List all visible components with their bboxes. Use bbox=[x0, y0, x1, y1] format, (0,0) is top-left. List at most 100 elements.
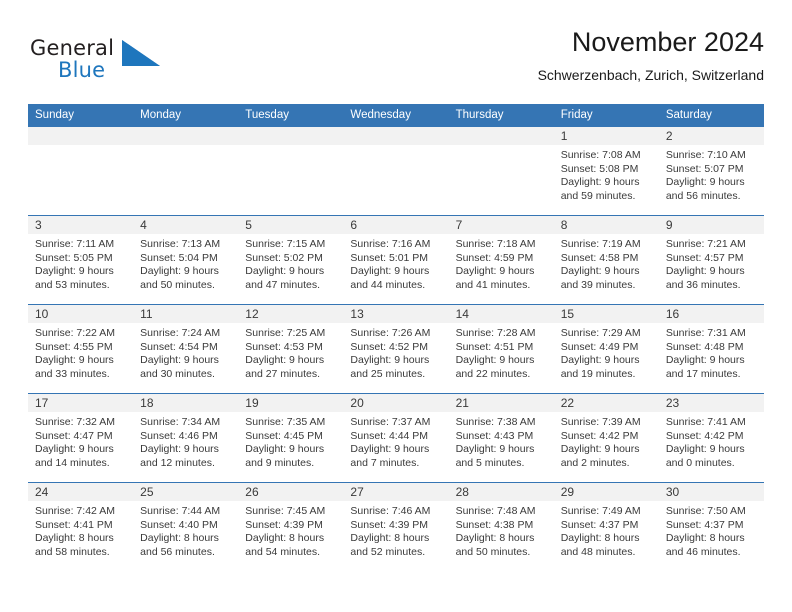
sunrise-text: Sunrise: 7:26 AM bbox=[350, 327, 431, 339]
sunset-text: Sunset: 4:40 PM bbox=[140, 518, 218, 531]
calendar-week-row: 10 Sunrise: 7:22 AM Sunset: 4:55 PM Dayligh… bbox=[28, 304, 764, 394]
daylight-text: Daylight: 8 hours bbox=[455, 532, 535, 545]
calendar-day-cell[interactable]: 30 Sunrise: 7:50 AM Sunset: 4:37 PM Dayligh… bbox=[658, 482, 764, 571]
daylight-text: Daylight: 8 hours bbox=[35, 532, 114, 545]
day-details: Sunrise: 7:31 AM Sunset: 4:48 PM Daylight:… bbox=[659, 323, 764, 381]
calendar-day-cell[interactable]: 21 Sunrise: 7:38 AM Sunset: 4:43 PM Dayligh… bbox=[448, 393, 554, 483]
sunrise-text: Sunrise: 7:18 AM bbox=[455, 238, 536, 250]
daylight-text-cont: and 0 minutes. bbox=[665, 456, 735, 469]
day-details: Sunrise: 7:08 AM Sunset: 5:08 PM Daylight:… bbox=[554, 145, 659, 203]
day-number: 29 bbox=[553, 483, 659, 501]
sunrise-text: Sunrise: 7:19 AM bbox=[560, 238, 641, 250]
daylight-text-cont: and 9 minutes. bbox=[245, 456, 315, 469]
calendar-day-cell[interactable]: 13 Sunrise: 7:26 AM Sunset: 4:52 PM Dayligh… bbox=[343, 304, 449, 394]
daylight-text-cont: and 30 minutes. bbox=[140, 367, 215, 380]
sunrise-text: Sunrise: 7:37 AM bbox=[350, 416, 431, 428]
calendar-day-cell[interactable]: 22 Sunrise: 7:39 AM Sunset: 4:42 PM Dayligh… bbox=[553, 393, 659, 483]
day-details: Sunrise: 7:15 AM Sunset: 5:02 PM Daylight:… bbox=[238, 234, 343, 292]
daylight-text: Daylight: 9 hours bbox=[560, 265, 640, 278]
daylight-text: Daylight: 9 hours bbox=[455, 443, 535, 456]
sunset-text: Sunset: 4:45 PM bbox=[245, 429, 323, 442]
calendar-day-cell[interactable]: 26 Sunrise: 7:45 AM Sunset: 4:39 PM Dayligh… bbox=[238, 482, 344, 571]
day-number: 27 bbox=[343, 483, 449, 501]
day-details: Sunrise: 7:16 AM Sunset: 5:01 PM Daylight:… bbox=[343, 234, 448, 292]
daylight-text: Daylight: 9 hours bbox=[665, 354, 745, 367]
weekday-header-monday: Monday bbox=[133, 104, 239, 127]
calendar-day-cell[interactable]: 15 Sunrise: 7:29 AM Sunset: 4:49 PM Dayligh… bbox=[553, 304, 659, 394]
calendar-day-cell[interactable]: 19 Sunrise: 7:35 AM Sunset: 4:45 PM Dayligh… bbox=[238, 393, 344, 483]
day-number: 24 bbox=[28, 483, 134, 501]
calendar-day-cell[interactable]: 20 Sunrise: 7:37 AM Sunset: 4:44 PM Dayligh… bbox=[343, 393, 449, 483]
sunrise-text: Sunrise: 7:10 AM bbox=[665, 149, 746, 161]
sunrise-text: Sunrise: 7:21 AM bbox=[665, 238, 746, 250]
calendar-day-cell[interactable]: 12 Sunrise: 7:25 AM Sunset: 4:53 PM Dayligh… bbox=[238, 304, 344, 394]
daylight-text: Daylight: 9 hours bbox=[560, 176, 640, 189]
sunrise-text: Sunrise: 7:45 AM bbox=[245, 505, 326, 517]
weekday-header-tuesday: Tuesday bbox=[238, 104, 344, 127]
sunset-text: Sunset: 4:37 PM bbox=[665, 518, 744, 531]
calendar-day-cell[interactable]: 23 Sunrise: 7:41 AM Sunset: 4:42 PM Dayligh… bbox=[658, 393, 764, 483]
sunrise-text: Sunrise: 7:34 AM bbox=[140, 416, 221, 428]
calendar-day-cell[interactable]: 28 Sunrise: 7:48 AM Sunset: 4:38 PM Dayligh… bbox=[448, 482, 554, 571]
daylight-text: Daylight: 9 hours bbox=[560, 443, 640, 456]
day-details: Sunrise: 7:32 AM Sunset: 4:47 PM Daylight:… bbox=[28, 412, 133, 470]
calendar-day-cell[interactable]: 14 Sunrise: 7:28 AM Sunset: 4:51 PM Dayligh… bbox=[448, 304, 554, 394]
calendar-day-cell[interactable]: 16 Sunrise: 7:31 AM Sunset: 4:48 PM Dayligh… bbox=[658, 304, 764, 394]
calendar-body: 1 Sunrise: 7:08 AM Sunset: 5:08 PM Daylight… bbox=[28, 126, 764, 571]
daylight-text: Daylight: 9 hours bbox=[140, 265, 219, 278]
sunrise-text: Sunrise: 7:39 AM bbox=[560, 416, 641, 428]
sunrise-text: Sunrise: 7:11 AM bbox=[35, 238, 115, 250]
sunrise-text: Sunrise: 7:41 AM bbox=[665, 416, 746, 428]
sunset-text: Sunset: 4:53 PM bbox=[245, 340, 323, 353]
day-details: Sunrise: 7:48 AM Sunset: 4:38 PM Daylight:… bbox=[449, 501, 554, 559]
calendar-day-cell[interactable]: 27 Sunrise: 7:46 AM Sunset: 4:39 PM Dayligh… bbox=[343, 482, 449, 571]
page-subtitle: Schwerzenbach, Zurich, Switzerland bbox=[537, 67, 764, 83]
sunrise-text: Sunrise: 7:50 AM bbox=[665, 505, 746, 517]
daylight-text-cont: and 54 minutes. bbox=[245, 545, 320, 558]
calendar-day-cell[interactable]: 25 Sunrise: 7:44 AM Sunset: 4:40 PM Dayligh… bbox=[133, 482, 239, 571]
calendar-day-cell[interactable]: 17 Sunrise: 7:32 AM Sunset: 4:47 PM Dayligh… bbox=[28, 393, 134, 483]
sunset-text: Sunset: 4:48 PM bbox=[665, 340, 744, 353]
sunset-text: Sunset: 5:07 PM bbox=[665, 162, 744, 175]
calendar-day-cell[interactable]: 24 Sunrise: 7:42 AM Sunset: 4:41 PM Dayligh… bbox=[28, 482, 134, 571]
daylight-text-cont: and 44 minutes. bbox=[350, 278, 426, 291]
calendar-day-cell[interactable]: 2 Sunrise: 7:10 AM Sunset: 5:07 PM Daylight… bbox=[658, 126, 764, 216]
calendar-day-cell-empty bbox=[28, 126, 134, 216]
calendar-day-cell[interactable]: 3 Sunrise: 7:11 AM Sunset: 5:05 PM Daylight… bbox=[28, 215, 134, 305]
calendar-day-cell[interactable]: 1 Sunrise: 7:08 AM Sunset: 5:08 PM Daylight… bbox=[553, 126, 659, 216]
daylight-text-cont: and 27 minutes. bbox=[245, 367, 320, 380]
daylight-text-cont: and 41 minutes. bbox=[455, 278, 531, 291]
brand-logo[interactable]: General Blue bbox=[28, 26, 178, 86]
sunrise-text: Sunrise: 7:42 AM bbox=[35, 505, 115, 517]
calendar-day-cell[interactable]: 9 Sunrise: 7:21 AM Sunset: 4:57 PM Daylight… bbox=[658, 215, 764, 305]
calendar-day-cell[interactable]: 10 Sunrise: 7:22 AM Sunset: 4:55 PM Dayligh… bbox=[28, 304, 134, 394]
day-details: Sunrise: 7:39 AM Sunset: 4:42 PM Daylight:… bbox=[554, 412, 659, 470]
sunrise-text: Sunrise: 7:32 AM bbox=[35, 416, 115, 428]
calendar-day-cell[interactable]: 5 Sunrise: 7:15 AM Sunset: 5:02 PM Daylight… bbox=[238, 215, 344, 305]
calendar-day-cell[interactable]: 4 Sunrise: 7:13 AM Sunset: 5:04 PM Daylight… bbox=[133, 215, 239, 305]
calendar-day-cell-empty bbox=[448, 126, 554, 216]
daylight-text: Daylight: 9 hours bbox=[665, 265, 745, 278]
calendar-page: General Blue November 2024 Schwerzenbach… bbox=[0, 0, 792, 612]
day-number: 2 bbox=[658, 127, 764, 145]
daylight-text: Daylight: 8 hours bbox=[140, 532, 219, 545]
day-details: Sunrise: 7:35 AM Sunset: 4:45 PM Daylight:… bbox=[238, 412, 343, 470]
sunset-text: Sunset: 4:42 PM bbox=[665, 429, 744, 442]
daylight-text: Daylight: 9 hours bbox=[35, 354, 114, 367]
sunrise-text: Sunrise: 7:48 AM bbox=[455, 505, 536, 517]
sunset-text: Sunset: 4:49 PM bbox=[560, 340, 639, 353]
daylight-text-cont: and 7 minutes. bbox=[350, 456, 420, 469]
sunrise-text: Sunrise: 7:31 AM bbox=[665, 327, 746, 339]
calendar-day-cell[interactable]: 6 Sunrise: 7:16 AM Sunset: 5:01 PM Daylight… bbox=[343, 215, 449, 305]
daylight-text: Daylight: 9 hours bbox=[35, 265, 114, 278]
calendar-day-cell[interactable]: 8 Sunrise: 7:19 AM Sunset: 4:58 PM Daylight… bbox=[553, 215, 659, 305]
sunrise-sunset-calendar: Sunday Monday Tuesday Wednesday Thursday Frid… bbox=[28, 104, 764, 571]
calendar-day-cell[interactable]: 29 Sunrise: 7:49 AM Sunset: 4:37 PM Dayligh… bbox=[553, 482, 659, 571]
calendar-day-cell[interactable]: 7 Sunrise: 7:18 AM Sunset: 4:59 PM Daylight… bbox=[448, 215, 554, 305]
daylight-text-cont: and 48 minutes. bbox=[560, 545, 636, 558]
day-details: Sunrise: 7:28 AM Sunset: 4:51 PM Daylight:… bbox=[449, 323, 554, 381]
calendar-day-cell[interactable]: 18 Sunrise: 7:34 AM Sunset: 4:46 PM Dayligh… bbox=[133, 393, 239, 483]
daylight-text: Daylight: 8 hours bbox=[245, 532, 325, 545]
calendar-day-cell[interactable]: 11 Sunrise: 7:24 AM Sunset: 4:54 PM Dayligh… bbox=[133, 304, 239, 394]
daylight-text-cont: and 12 minutes. bbox=[140, 456, 215, 469]
